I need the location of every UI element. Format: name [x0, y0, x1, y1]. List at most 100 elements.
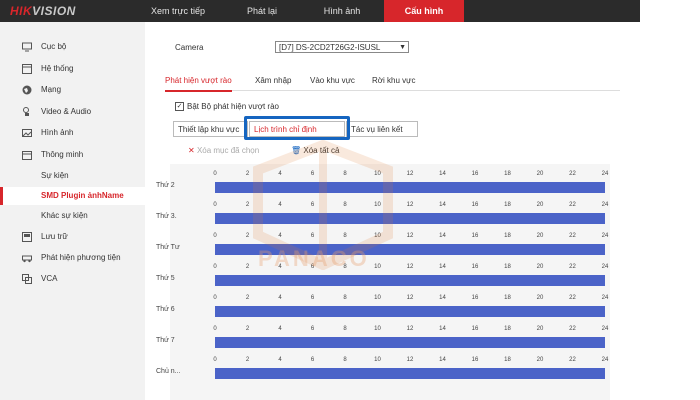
hour-tick-label: 6	[310, 295, 315, 301]
hour-tick-label: 0	[213, 171, 217, 177]
sidebar-item-system[interactable]: Hệ thống	[0, 60, 145, 78]
hour-tick-label: 16	[471, 357, 479, 363]
hour-tick-label: 8	[343, 357, 347, 363]
hour-tick-label: 16	[471, 264, 479, 270]
hour-tick-label: 12	[406, 233, 414, 239]
enable-checkbox[interactable]: ✓	[175, 102, 184, 112]
hour-tick-label: 2	[245, 233, 250, 239]
hour-tick-label: 4	[278, 202, 282, 208]
schedule-bar[interactable]	[215, 213, 605, 224]
close-icon: ✕	[188, 146, 195, 155]
hour-tick-label: 12	[406, 264, 414, 270]
sidebar-item-image[interactable]: Hình ảnh	[0, 124, 145, 142]
sidebar-item-other-events[interactable]: Khác sự kiện	[0, 207, 145, 225]
day-label: Thứ Tư	[156, 244, 180, 251]
delete-all-label: Xóa tất cả	[303, 146, 340, 155]
hour-tick-label: 2	[245, 264, 250, 270]
sidebar-item-network[interactable]: Mạng	[0, 81, 145, 99]
tab-area-settings[interactable]: Thiết lập khu vực	[173, 121, 248, 137]
sidebar-item-video-audio[interactable]: Video & Audio	[0, 103, 145, 121]
chevron-down-icon: ▼	[399, 44, 406, 51]
hour-tick-label: 22	[569, 202, 576, 208]
hour-tick-label: 8	[343, 326, 347, 332]
hour-tick-label: 12	[406, 357, 414, 363]
hour-tick-label: 18	[504, 295, 511, 301]
vehicle-icon	[22, 253, 32, 263]
hour-tick-label: 6	[310, 326, 315, 332]
globe-icon	[22, 85, 32, 95]
tab-linkage-action[interactable]: Tác vụ liên kết	[346, 121, 418, 137]
hour-tick-label: 14	[439, 202, 446, 208]
schedule-grid[interactable]: 0 2 4 6 8 10 12 14 16 18 20 22 24 Thứ 2 0 2 4 6 8 10 12 14 16 1…	[156, 164, 610, 400]
tab-region-entrance[interactable]: Vào khu vực	[310, 72, 355, 90]
hour-tick-label: 4	[278, 295, 282, 301]
hour-tick-label: 16	[471, 202, 479, 208]
nav-live-view[interactable]: Xem trực tiếp	[138, 0, 218, 22]
hour-tick-label: 10	[374, 171, 381, 177]
hour-tick-label: 8	[343, 233, 347, 239]
delete-selected-button[interactable]: ✕ Xóa mục đã chọn	[188, 146, 259, 155]
system-icon	[22, 64, 32, 74]
hour-tick-label: 10	[374, 295, 381, 301]
hour-tick-label: 22	[569, 295, 576, 301]
hour-tick-label: 12	[406, 202, 414, 208]
schedule-bar[interactable]	[215, 368, 605, 379]
sidebar-item-local[interactable]: Cục bộ	[0, 38, 145, 56]
delete-all-button[interactable]: 🗑 Xóa tất cả	[291, 146, 339, 155]
hour-tick-label: 24	[601, 171, 609, 177]
hour-tick-label: 10	[374, 357, 381, 363]
hour-tick-label: 12	[406, 295, 414, 301]
hour-tick-label: 8	[343, 171, 347, 177]
hour-tick-label: 0	[213, 326, 217, 332]
hour-tick-label: 18	[504, 264, 511, 270]
tab-line-crossing[interactable]: Phát hiện vượt rào	[165, 72, 232, 92]
monitor-icon	[22, 42, 32, 52]
sidebar-item-events[interactable]: Sự kiện	[0, 167, 145, 185]
schedule-bar[interactable]	[215, 337, 605, 348]
nav-playback[interactable]: Phát lại	[222, 0, 302, 22]
schedule-bar[interactable]	[215, 306, 605, 317]
camera-select[interactable]: [D7] DS-2CD2T26G2-ISUSL ▼	[275, 41, 409, 53]
sidebar-item-smd-plugin[interactable]: SMD Plugin ảnhName	[0, 187, 145, 205]
calendar-icon	[22, 150, 32, 160]
sidebar-item-smart[interactable]: Thông minh	[0, 146, 145, 164]
hour-tick-label: 2	[245, 357, 250, 363]
nav-picture[interactable]: Hình ảnh	[302, 0, 382, 22]
hour-tick-label: 2	[245, 171, 250, 177]
sidebar-item-vca[interactable]: VCA	[0, 270, 145, 288]
tab-intrusion[interactable]: Xâm nhập	[255, 72, 291, 90]
hour-tick-label: 20	[536, 233, 544, 239]
schedule-bar[interactable]	[215, 244, 605, 255]
hour-tick-label: 10	[374, 264, 381, 270]
tab-region-exiting[interactable]: Rời khu vực	[372, 72, 416, 90]
hour-tick-label: 8	[343, 295, 347, 301]
hour-tick-label: 12	[406, 171, 414, 177]
hour-tick-label: 22	[569, 357, 576, 363]
sidebar-item-vehicle-detection[interactable]: Phát hiện phương tiện	[0, 249, 145, 267]
hour-tick-label: 18	[504, 357, 511, 363]
schedule-bar[interactable]	[215, 182, 605, 193]
hour-tick-label: 16	[471, 171, 479, 177]
hour-tick-label: 0	[213, 295, 217, 301]
top-nav-bar: HIKVISION Xem trực tiếp Phát lại Hình ản…	[0, 0, 640, 22]
hour-tick-label: 14	[439, 264, 446, 270]
hour-tick-label: 6	[310, 233, 315, 239]
hour-tick-label: 14	[439, 295, 446, 301]
hour-tick-label: 12	[406, 326, 414, 332]
hour-tick-label: 2	[245, 202, 250, 208]
day-label: Thứ 3.	[156, 213, 177, 220]
vca-icon	[22, 274, 32, 284]
hour-tick-label: 22	[569, 326, 576, 332]
schedule-bar[interactable]	[215, 275, 605, 286]
hour-tick-label: 16	[471, 295, 479, 301]
hour-tick-label: 24	[601, 295, 609, 301]
sidebar-item-storage[interactable]: Lưu trữ	[0, 228, 145, 246]
delete-selected-label: Xóa mục đã chọn	[196, 146, 260, 155]
hour-tick-label: 4	[278, 357, 282, 363]
hour-tick-label: 6	[310, 264, 315, 270]
nav-configuration[interactable]: Cấu hình	[384, 0, 464, 22]
hour-tick-label: 18	[504, 326, 511, 332]
hour-tick-label: 8	[343, 264, 347, 270]
day-label: Chủ n...	[156, 368, 181, 375]
hour-tick-label: 0	[213, 264, 217, 270]
